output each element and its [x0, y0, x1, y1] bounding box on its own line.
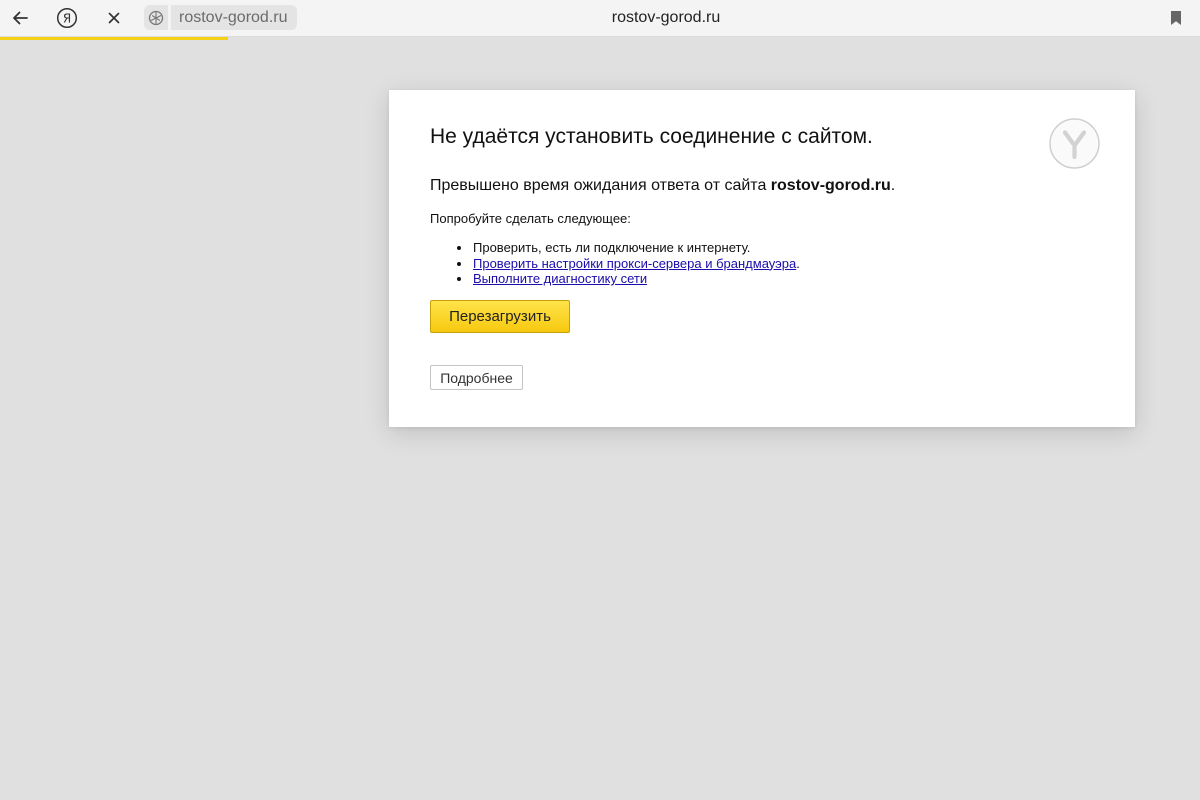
browser-toolbar: Я rostov-gorod.ru rostov-gorod.ru [0, 0, 1200, 37]
suggestion-text: Проверить, есть ли подключение к интерне… [473, 240, 751, 255]
suggestions-list: Проверить, есть ли подключение к интерне… [430, 240, 800, 287]
site-shield-icon [148, 10, 164, 25]
reload-button[interactable]: Перезагрузить [430, 300, 570, 333]
yandex-logo-icon: Я [56, 7, 78, 29]
error-title: Не удаётся установить соединение с сайто… [430, 125, 873, 148]
site-info-pill[interactable]: rostov-gorod.ru [144, 5, 297, 30]
description-prefix: Превышено время ожидания ответа от сайта [430, 177, 771, 194]
site-domain-label[interactable]: rostov-gorod.ru [171, 5, 297, 30]
site-icon-wrap [144, 5, 168, 30]
network-diagnostics-link[interactable]: Выполните диагностику сети [473, 271, 647, 286]
try-text: Попробуйте сделать следующее: [430, 211, 631, 226]
bookmark-icon [1171, 11, 1181, 25]
loading-progress-bar [0, 37, 228, 40]
yandex-button[interactable]: Я [53, 4, 81, 32]
error-description: Превышено время ожидания ответа от сайта… [430, 177, 895, 195]
yandex-browser-logo [1049, 118, 1100, 169]
description-site: rostov-gorod.ru [770, 177, 891, 194]
error-card: Не удаётся установить соединение с сайто… [389, 90, 1135, 427]
stop-loading-button[interactable] [100, 4, 128, 32]
description-suffix: . [890, 177, 896, 194]
suggestion-check-proxy: Проверить настройки прокси-сервера и бра… [472, 256, 800, 272]
check-proxy-link[interactable]: Проверить настройки прокси-сервера и бра… [473, 256, 796, 271]
details-button[interactable]: Подробнее [430, 365, 523, 390]
suggestion-check-connection: Проверить, есть ли подключение к интерне… [472, 240, 800, 256]
suggestion-punctuation: . [796, 255, 800, 271]
back-button[interactable] [6, 4, 34, 32]
back-arrow-icon [13, 11, 28, 25]
svg-text:Я: Я [63, 11, 71, 25]
close-icon [108, 12, 120, 24]
bookmark-button[interactable] [1164, 5, 1188, 31]
suggestion-diagnostics: Выполните диагностику сети [472, 271, 800, 287]
